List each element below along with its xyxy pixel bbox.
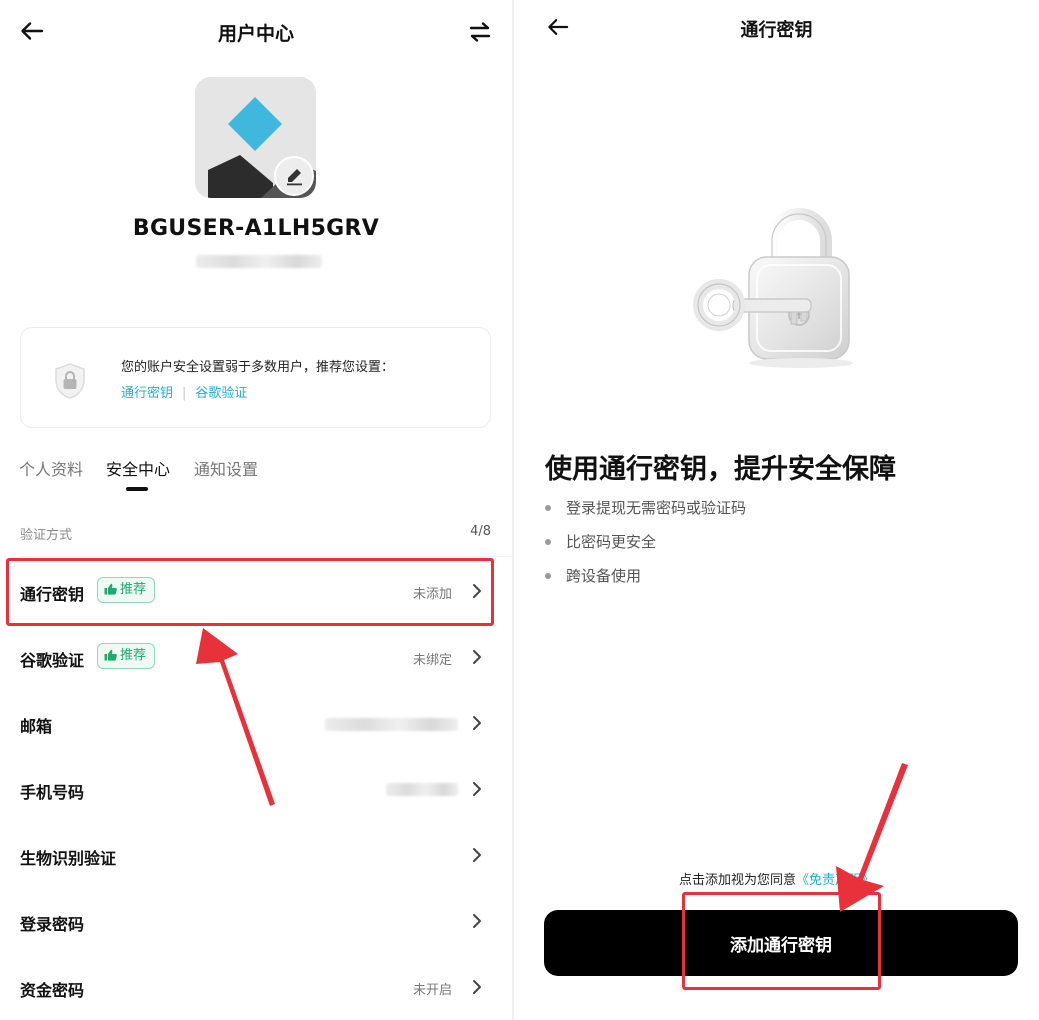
row-biometric[interactable]: 生物识别验证	[0, 823, 512, 889]
active-tab-indicator	[126, 487, 148, 491]
verification-count: 4/8	[470, 524, 491, 539]
agreement-text: 点击添加视为您同意《免责声明》	[514, 869, 1039, 888]
section-label: 验证方式	[20, 528, 73, 543]
tab-profile[interactable]: 个人资料	[19, 456, 83, 480]
pencil-icon[interactable]	[274, 156, 314, 196]
account-id-redacted	[196, 255, 322, 268]
row-label: 生物识别验证	[20, 849, 117, 868]
link-separator: |	[182, 386, 187, 401]
padlock-with-key-icon	[689, 205, 869, 375]
tab-notification-settings[interactable]: 通知设置	[194, 456, 258, 480]
user-center-screen: 用户中心 BGUSER-A1LH5GRV 您的账户安全设置弱于多数用户，推荐您设…	[0, 0, 512, 1020]
username: BGUSER-A1LH5GRV	[132, 216, 380, 241]
page-title: 通行密钥	[740, 20, 813, 41]
highlight-box-passkey-row	[6, 558, 494, 626]
notice-link-google-auth[interactable]: 谷歌验证	[195, 386, 247, 401]
row-label: 手机号码	[20, 783, 85, 802]
swap-arrows-icon[interactable]	[469, 21, 491, 43]
row-label: 邮箱	[20, 717, 53, 736]
benefit-item: 登录提现无需密码或验证码	[544, 497, 746, 531]
agreement-prefix: 点击添加视为您同意	[678, 873, 796, 888]
row-status: 未开启	[412, 983, 452, 998]
row-label: 谷歌验证	[20, 651, 85, 670]
security-notice-card: 您的账户安全设置弱于多数用户，推荐您设置： 通行密钥 | 谷歌验证	[20, 327, 491, 428]
tab-security-center[interactable]: 安全中心	[106, 456, 170, 480]
page-title: 用户中心	[217, 23, 294, 45]
benefit-list: 登录提现无需密码或验证码 比密码更安全 跨设备使用	[544, 497, 746, 599]
benefit-item: 比密码更安全	[544, 531, 746, 565]
security-notice-links: 通行密钥 | 谷歌验证	[121, 382, 247, 401]
chevron-right-icon	[473, 650, 481, 664]
passkey-screen: 通行密钥 使用通行密钥，提升安全保障 登录提现无需密码或验证码 比密码更安全 跨…	[514, 0, 1039, 1020]
row-email[interactable]: 邮箱	[0, 691, 512, 757]
highlight-box-add-button	[682, 892, 881, 990]
security-notice-text: 您的账户安全设置弱于多数用户，推荐您设置：	[121, 360, 395, 375]
row-status: 未绑定	[412, 653, 452, 668]
notice-link-passkey[interactable]: 通行密钥	[121, 386, 173, 401]
recommend-badge: 推荐	[97, 643, 156, 669]
row-google-auth[interactable]: 谷歌验证 推荐 未绑定	[0, 625, 512, 691]
row-phone[interactable]: 手机号码	[0, 757, 512, 823]
header-bar: 用户中心	[0, 0, 512, 62]
header-bar: 通行密钥	[514, 0, 1039, 62]
disclaimer-link[interactable]: 《免责声明》	[796, 873, 874, 888]
row-label: 资金密码	[20, 981, 85, 1000]
chevron-right-icon	[473, 848, 481, 862]
row-login-password[interactable]: 登录密码	[0, 889, 512, 955]
benefit-item: 跨设备使用	[544, 565, 746, 599]
passkey-heading: 使用通行密钥，提升安全保障	[545, 454, 896, 485]
shield-lock-icon	[53, 362, 87, 404]
chevron-right-icon	[473, 914, 481, 928]
phone-value-redacted	[386, 783, 458, 796]
thumbs-up-icon	[104, 649, 117, 661]
chevron-right-icon	[473, 782, 481, 796]
chevron-right-icon	[473, 716, 481, 730]
section-divider	[20, 556, 511, 557]
row-fund-password[interactable]: 资金密码 未开启	[0, 955, 512, 1020]
email-value-redacted	[325, 718, 458, 731]
row-label: 登录密码	[20, 915, 85, 934]
chevron-right-icon	[473, 980, 481, 994]
